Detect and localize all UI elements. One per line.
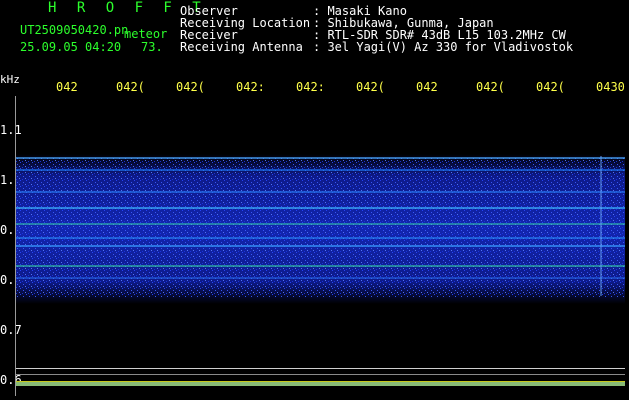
spectrogram-waterfall bbox=[16, 154, 625, 386]
y-axis-unit: kHz bbox=[0, 73, 20, 86]
x-tick-label: 042( bbox=[476, 80, 505, 94]
antenna-value: : 3el Yagi(V) Az 330 for Vladivostok bbox=[313, 40, 574, 54]
x-tick-label: 042( bbox=[116, 80, 145, 94]
x-tick-label: 0430 bbox=[596, 80, 625, 94]
signal-band bbox=[16, 154, 625, 304]
x-tick-label: 042: bbox=[296, 80, 325, 94]
x-tick-label: 042: bbox=[236, 80, 265, 94]
file-name: UT2509050420.pn bbox=[20, 23, 129, 37]
x-tick-label: 042( bbox=[536, 80, 565, 94]
x-tick-label: 042 bbox=[56, 80, 78, 94]
threshold-line bbox=[16, 368, 625, 369]
noise-floor bbox=[16, 381, 625, 386]
meteor-label: meteor bbox=[124, 27, 168, 41]
observation-datetime: 25.09.05 04:20 bbox=[20, 40, 122, 54]
x-tick-label: 042( bbox=[176, 80, 205, 94]
x-tick-label: 042 bbox=[416, 80, 438, 94]
threshold-line-secondary bbox=[16, 374, 625, 375]
x-tick-label: 042( bbox=[356, 80, 385, 94]
antenna-label: Receiving Antenna bbox=[180, 40, 303, 54]
meteor-count: 73. bbox=[141, 40, 163, 54]
